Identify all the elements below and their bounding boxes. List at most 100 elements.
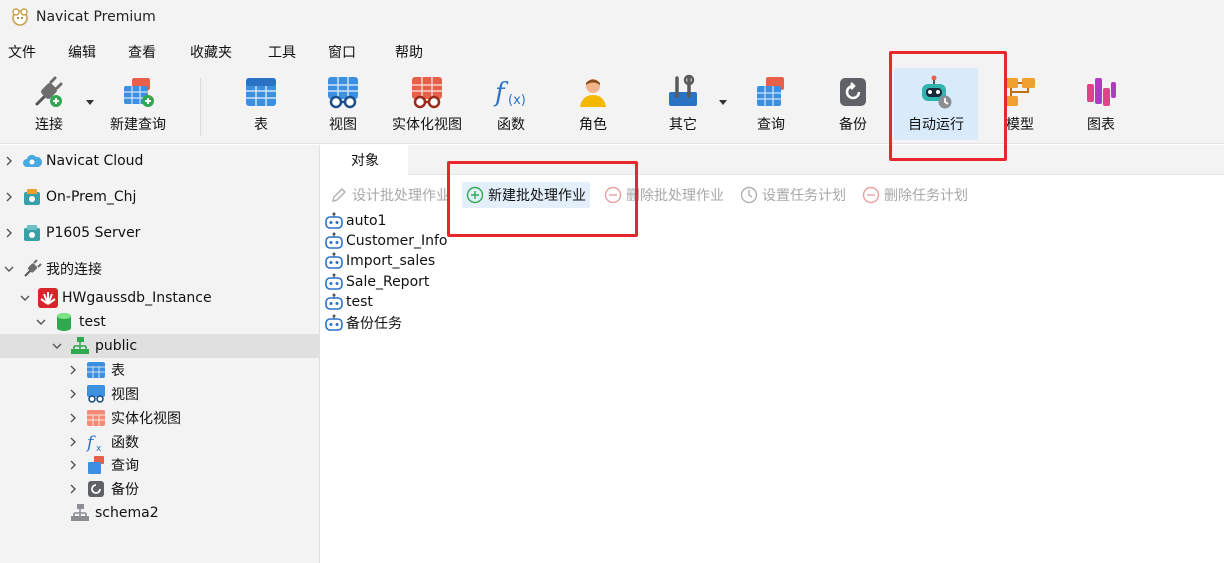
menu-window[interactable]: 窗口 — [328, 42, 356, 62]
automation-label: 自动运行 — [908, 117, 964, 133]
tree-label: On-Prem_Chj — [46, 189, 137, 205]
delete-schedule-button[interactable]: 删除任务计划 — [862, 182, 968, 208]
tree-item-p1605-server[interactable]: P1605 Server — [0, 221, 320, 245]
view-icon — [328, 77, 358, 109]
chevron-down-icon[interactable] — [4, 264, 14, 274]
model-button[interactable]: 模型 — [996, 68, 1044, 140]
tree-item-hwgaussdb-instance[interactable]: HWgaussdb_Instance — [0, 286, 320, 310]
chevron-right-icon[interactable] — [4, 228, 14, 238]
tree-item-queries[interactable]: 查询 — [0, 453, 320, 477]
view-button[interactable]: 视图 — [312, 68, 374, 140]
tree-label: schema2 — [95, 505, 159, 521]
tree-label: 备份 — [111, 482, 139, 498]
clock-icon — [740, 186, 758, 204]
chevron-right-icon[interactable] — [4, 192, 14, 202]
batch-job-name: Import_sales — [346, 253, 436, 269]
schema-icon — [71, 337, 89, 354]
plus-circle-icon — [466, 186, 484, 204]
server-icon — [24, 225, 40, 241]
tree-label: P1605 Server — [46, 225, 141, 241]
tree-item-materialized-views[interactable]: 实体化视图 — [0, 406, 320, 430]
menu-file[interactable]: 文件 — [8, 42, 36, 62]
table-icon — [87, 362, 105, 378]
new-batch-job-button[interactable]: 新建批处理作业 — [462, 182, 590, 208]
set-schedule-button[interactable]: 设置任务计划 — [740, 182, 846, 208]
menu-favorites[interactable]: 收藏夹 — [190, 42, 232, 62]
menu-edit[interactable]: 编辑 — [68, 42, 96, 62]
list-item-batch-job[interactable]: Customer_Info — [324, 231, 448, 251]
function-button[interactable]: f (x) 函数 — [480, 68, 542, 140]
design-batch-job-label: 设计批处理作业 — [352, 188, 450, 204]
tree-label: Navicat Cloud — [46, 153, 144, 169]
menu-help[interactable]: 帮助 — [395, 42, 423, 62]
tree-item-navicat-cloud[interactable]: Navicat Cloud — [0, 149, 320, 173]
materialized-view-icon — [87, 410, 105, 426]
batch-job-action-bar: 设计批处理作业 新建批处理作业 删除批处理作业 设置任务计划 删除任务计划 — [322, 179, 1224, 211]
menu-tools[interactable]: 工具 — [268, 42, 296, 62]
other-button[interactable]: 其它 — [652, 68, 714, 140]
batch-job-name: 备份任务 — [346, 316, 402, 332]
chevron-right-icon[interactable] — [68, 365, 78, 375]
role-label: 角色 — [579, 117, 607, 133]
chevron-right-icon[interactable] — [4, 156, 14, 166]
backup-button[interactable]: 备份 — [822, 68, 884, 140]
svg-text:x: x — [96, 444, 102, 452]
connection-tree: Navicat Cloud On-Prem_Chj P1605 Server 我… — [0, 145, 320, 563]
list-item-batch-job[interactable]: auto1 — [324, 211, 386, 231]
list-item-batch-job[interactable]: test — [324, 292, 373, 312]
delete-clock-icon — [862, 186, 880, 204]
materialized-view-button[interactable]: 实体化视图 — [388, 68, 466, 140]
other-label: 其它 — [669, 117, 697, 133]
tree-item-my-connections[interactable]: 我的连接 — [0, 257, 320, 281]
function-icon: f (x) — [493, 78, 526, 108]
materialized-view-icon — [412, 77, 442, 109]
tree-label: 函数 — [111, 435, 139, 451]
design-batch-job-button[interactable]: 设计批处理作业 — [330, 182, 450, 208]
connect-dropdown-icon[interactable] — [86, 100, 94, 105]
delete-batch-job-button[interactable]: 删除批处理作业 — [604, 182, 724, 208]
tree-item-on-prem[interactable]: On-Prem_Chj — [0, 185, 320, 209]
tab-objects[interactable]: 对象 — [322, 145, 408, 175]
other-dropdown-icon[interactable] — [719, 100, 727, 105]
tree-label: 表 — [111, 363, 125, 379]
table-label: 表 — [254, 117, 268, 133]
chevron-down-icon[interactable] — [20, 293, 30, 303]
chevron-right-icon[interactable] — [68, 389, 78, 399]
chevron-right-icon[interactable] — [68, 413, 78, 423]
model-label: 模型 — [1006, 117, 1034, 133]
list-item-batch-job[interactable]: Sale_Report — [324, 272, 429, 292]
chevron-right-icon[interactable] — [68, 484, 78, 494]
chevron-down-icon[interactable] — [36, 317, 46, 327]
delete-batch-job-label: 删除批处理作业 — [626, 188, 724, 204]
batch-job-name: auto1 — [346, 213, 387, 229]
delete-schedule-label: 删除任务计划 — [884, 188, 968, 204]
backup-label: 备份 — [839, 117, 867, 133]
table-icon — [246, 78, 276, 106]
view-label: 视图 — [329, 117, 357, 133]
chevron-down-icon[interactable] — [52, 341, 62, 351]
huawei-logo-icon — [38, 288, 58, 308]
menu-view[interactable]: 查看 — [128, 42, 156, 62]
tree-item-schema-public[interactable]: public — [0, 334, 320, 358]
tree-item-tables[interactable]: 表 — [0, 358, 320, 382]
role-button[interactable]: 角色 — [562, 68, 624, 140]
list-item-batch-job[interactable]: Import_sales — [324, 251, 435, 271]
tree-label: 查询 — [111, 458, 139, 474]
new-query-button[interactable]: 新建查询 — [102, 68, 174, 140]
tree-item-schema2[interactable]: schema2 — [0, 501, 320, 525]
backup-icon — [840, 78, 866, 106]
tree-item-functions[interactable]: fx 函数 — [0, 430, 320, 454]
tree-item-views[interactable]: 视图 — [0, 382, 320, 406]
chevron-right-icon[interactable] — [68, 437, 78, 447]
svg-text:f: f — [493, 78, 509, 108]
table-button[interactable]: 表 — [230, 68, 292, 140]
query-button[interactable]: 查询 — [740, 68, 802, 140]
tree-item-backups[interactable]: 备份 — [0, 477, 320, 501]
list-item-batch-job[interactable]: 备份任务 — [324, 313, 402, 333]
connect-button[interactable]: 连接 — [10, 68, 88, 140]
tree-item-database-test[interactable]: test — [0, 310, 320, 334]
materialized-view-label: 实体化视图 — [392, 117, 462, 133]
chart-button[interactable]: 图表 — [1070, 68, 1132, 140]
chevron-right-icon[interactable] — [68, 460, 78, 470]
automation-button[interactable]: 自动运行 — [894, 68, 978, 140]
